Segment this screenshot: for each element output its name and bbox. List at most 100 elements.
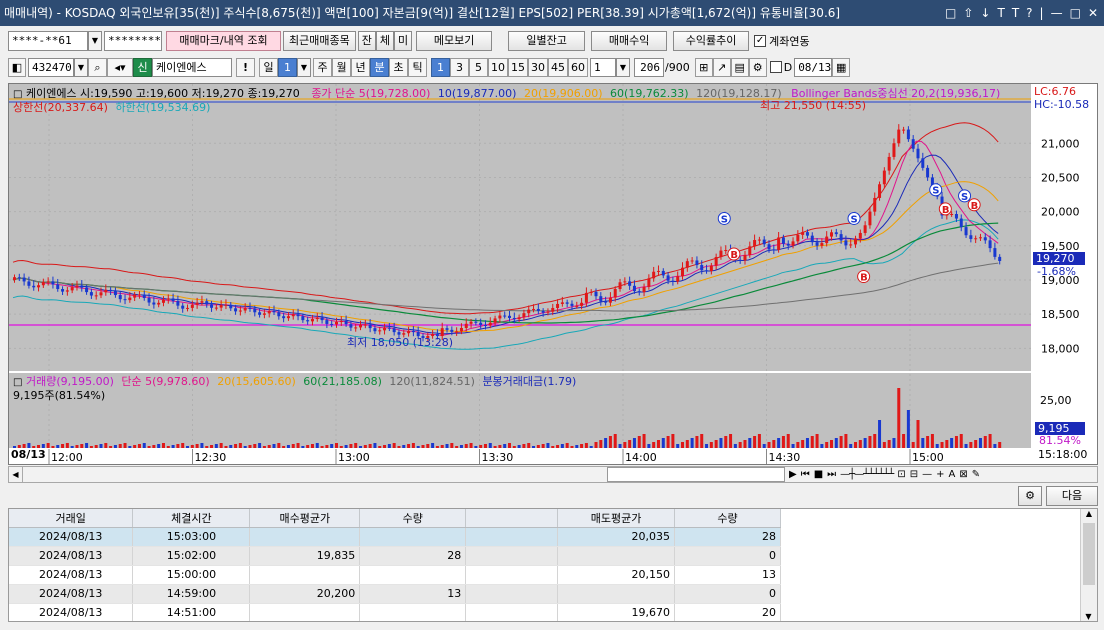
period-second-button[interactable]: 초: [389, 57, 408, 77]
zoom-out-icon[interactable]: —: [922, 467, 932, 482]
table-row[interactable]: 2024/08/13 14:59:00 20,200 13 0: [9, 584, 781, 604]
line-tool-icon[interactable]: ⊠: [959, 467, 967, 482]
d-checkbox[interactable]: [769, 61, 782, 73]
header-buy-avg[interactable]: 매수평균가: [249, 509, 361, 528]
table-scroll-down-icon[interactable]: ▼: [1081, 612, 1096, 621]
profit-rate-button[interactable]: 수익률추이: [673, 31, 750, 51]
chart-scrollbar[interactable]: ◀ ▶ ⏮ ■ ⏭ —┼—┴┴┴┴┴┴ ⊡ ⊟ — + A ⊠ ✎: [8, 466, 1098, 483]
font-icon[interactable]: T: [997, 0, 1004, 26]
period-month-button[interactable]: 월: [332, 57, 351, 77]
interval-15-button[interactable]: 15: [508, 57, 528, 77]
interval-input[interactable]: 1: [590, 57, 616, 77]
table-cell: [557, 546, 676, 566]
sound-icon[interactable]: ◂▾: [107, 57, 133, 77]
volume-bar: [219, 443, 223, 448]
interval-3-button[interactable]: 3: [450, 57, 469, 77]
restore-icon[interactable]: □: [945, 0, 956, 26]
period-week-button[interactable]: 주: [313, 57, 332, 77]
account-dropdown-icon[interactable]: ▼: [88, 31, 102, 51]
chart-settings-icon[interactable]: ◧: [8, 57, 26, 77]
recent-items-button[interactable]: 최근매매종목: [283, 31, 356, 51]
header-trade-date[interactable]: 거래일: [9, 509, 134, 528]
calendar-icon[interactable]: ▦: [832, 57, 851, 77]
memo-button[interactable]: 메모보기: [416, 31, 493, 51]
table-scroll-thumb[interactable]: [1083, 523, 1095, 585]
table-settings-icon[interactable]: ⚙: [1018, 486, 1042, 506]
text-icon[interactable]: T: [1012, 0, 1019, 26]
period-dropdown-icon[interactable]: ▼: [297, 57, 311, 77]
password-input[interactable]: ********: [104, 31, 162, 51]
layout2-icon[interactable]: ⊟: [910, 467, 918, 482]
help-icon[interactable]: ?: [1026, 0, 1032, 26]
download-icon[interactable]: ↓: [980, 0, 990, 26]
period-year-button[interactable]: 년: [351, 57, 370, 77]
display-count-input[interactable]: 206: [634, 57, 664, 77]
unexecuted-button[interactable]: 미: [393, 31, 413, 51]
volume-bar: [354, 443, 358, 448]
interval-1-button[interactable]: 1: [431, 57, 450, 77]
scroll-right-icon[interactable]: ▶: [789, 467, 797, 482]
layout-icon[interactable]: ⊡: [897, 467, 905, 482]
trade-profit-button[interactable]: 매매수익: [591, 31, 668, 51]
scroll-left-icon[interactable]: ◀: [9, 467, 23, 482]
alert-button[interactable]: !: [236, 57, 255, 77]
table-scrollbar[interactable]: ▲ ▼: [1080, 509, 1097, 621]
rewind-icon[interactable]: ⏮: [801, 467, 810, 482]
close-icon[interactable]: ✕: [1088, 0, 1098, 26]
stop-icon[interactable]: ■: [814, 467, 823, 482]
zoom-in-icon[interactable]: +: [936, 467, 944, 482]
period-day-button[interactable]: 일: [259, 57, 278, 77]
header-sell-qty[interactable]: 수량: [674, 509, 781, 528]
text-tool-icon[interactable]: A: [948, 467, 955, 482]
minimize-icon[interactable]: —: [1051, 0, 1063, 26]
volume-bar: [474, 446, 478, 448]
gear-icon[interactable]: ⚙: [748, 57, 767, 77]
pen-tool-icon[interactable]: ✎: [972, 467, 980, 482]
period-tick-button[interactable]: 틱: [408, 57, 427, 77]
account-input[interactable]: ****-**61: [8, 31, 88, 51]
next-button[interactable]: 다음: [1046, 486, 1098, 506]
draw-icon[interactable]: ↗: [712, 57, 731, 77]
balance-button[interactable]: 잔: [357, 31, 376, 51]
maximize-icon[interactable]: □: [1070, 0, 1081, 26]
executed-button[interactable]: 체: [375, 31, 394, 51]
candle-body: [781, 237, 785, 244]
zoom-icon[interactable]: ⊞: [694, 57, 713, 77]
date-input[interactable]: 08/13: [794, 57, 833, 77]
interval-10-button[interactable]: 10: [488, 57, 508, 77]
header-buy-qty[interactable]: 수량: [359, 509, 467, 528]
interval-5-button[interactable]: 5: [469, 57, 488, 77]
table-row[interactable]: 2024/08/13 15:02:00 19,835 28 0: [9, 546, 781, 566]
table-row[interactable]: 2024/08/13 15:03:00 20,035 28: [9, 527, 781, 547]
table-scroll-up-icon[interactable]: ▲: [1081, 509, 1097, 523]
table-row[interactable]: 2024/08/13 14:51:00 19,670 20: [9, 603, 781, 621]
price-chart-svg[interactable]: SBSBSBSB 21,00020,50020,00019,50019,0001…: [9, 84, 1097, 464]
candle-body: [123, 299, 127, 301]
period-minute-button[interactable]: 분: [370, 57, 389, 77]
daily-balance-button[interactable]: 일별잔고: [508, 31, 586, 51]
volume-bar: [556, 445, 560, 448]
header-sell-avg[interactable]: 매도평균가: [557, 509, 676, 528]
forward-icon[interactable]: ⏭: [827, 467, 836, 482]
volume-bar: [801, 440, 805, 448]
interval-30-button[interactable]: 30: [528, 57, 548, 77]
interval-45-button[interactable]: 45: [548, 57, 568, 77]
chart-area[interactable]: SBSBSBSB 21,000 20,500 20,000 19,500 19,000 1…: [8, 83, 1098, 465]
search-icon[interactable]: ⌕: [88, 57, 107, 77]
scroll-thumb[interactable]: [607, 467, 785, 482]
account-link-checkbox[interactable]: ✓: [754, 35, 767, 47]
stock-code-dropdown-icon[interactable]: ▼: [74, 57, 88, 77]
interval-dropdown-icon[interactable]: ▼: [616, 57, 630, 77]
display-count-total: /900: [665, 60, 690, 74]
header-exec-time[interactable]: 체결시간: [132, 509, 251, 528]
table-row[interactable]: 2024/08/13 15:00:00 20,150 13: [9, 565, 781, 585]
save-icon[interactable]: ▤: [730, 57, 749, 77]
trade-mark-query-button[interactable]: 매매마크/내역 조회: [166, 31, 281, 51]
trade-history-table[interactable]: 거래일 체결시간 매수평균가 수량 매도평균가 수량 2024/08/13 15:…: [8, 508, 1098, 622]
pin-icon[interactable]: ⇧: [963, 0, 973, 26]
interval-60-button[interactable]: 60: [568, 57, 588, 77]
period-day-count[interactable]: 1: [278, 57, 297, 77]
clock-label: 15:18:00: [1038, 448, 1088, 461]
zoom-slider[interactable]: —┼—┴┴┴┴┴┴: [840, 467, 894, 482]
stock-code-input[interactable]: 432470: [28, 57, 74, 77]
